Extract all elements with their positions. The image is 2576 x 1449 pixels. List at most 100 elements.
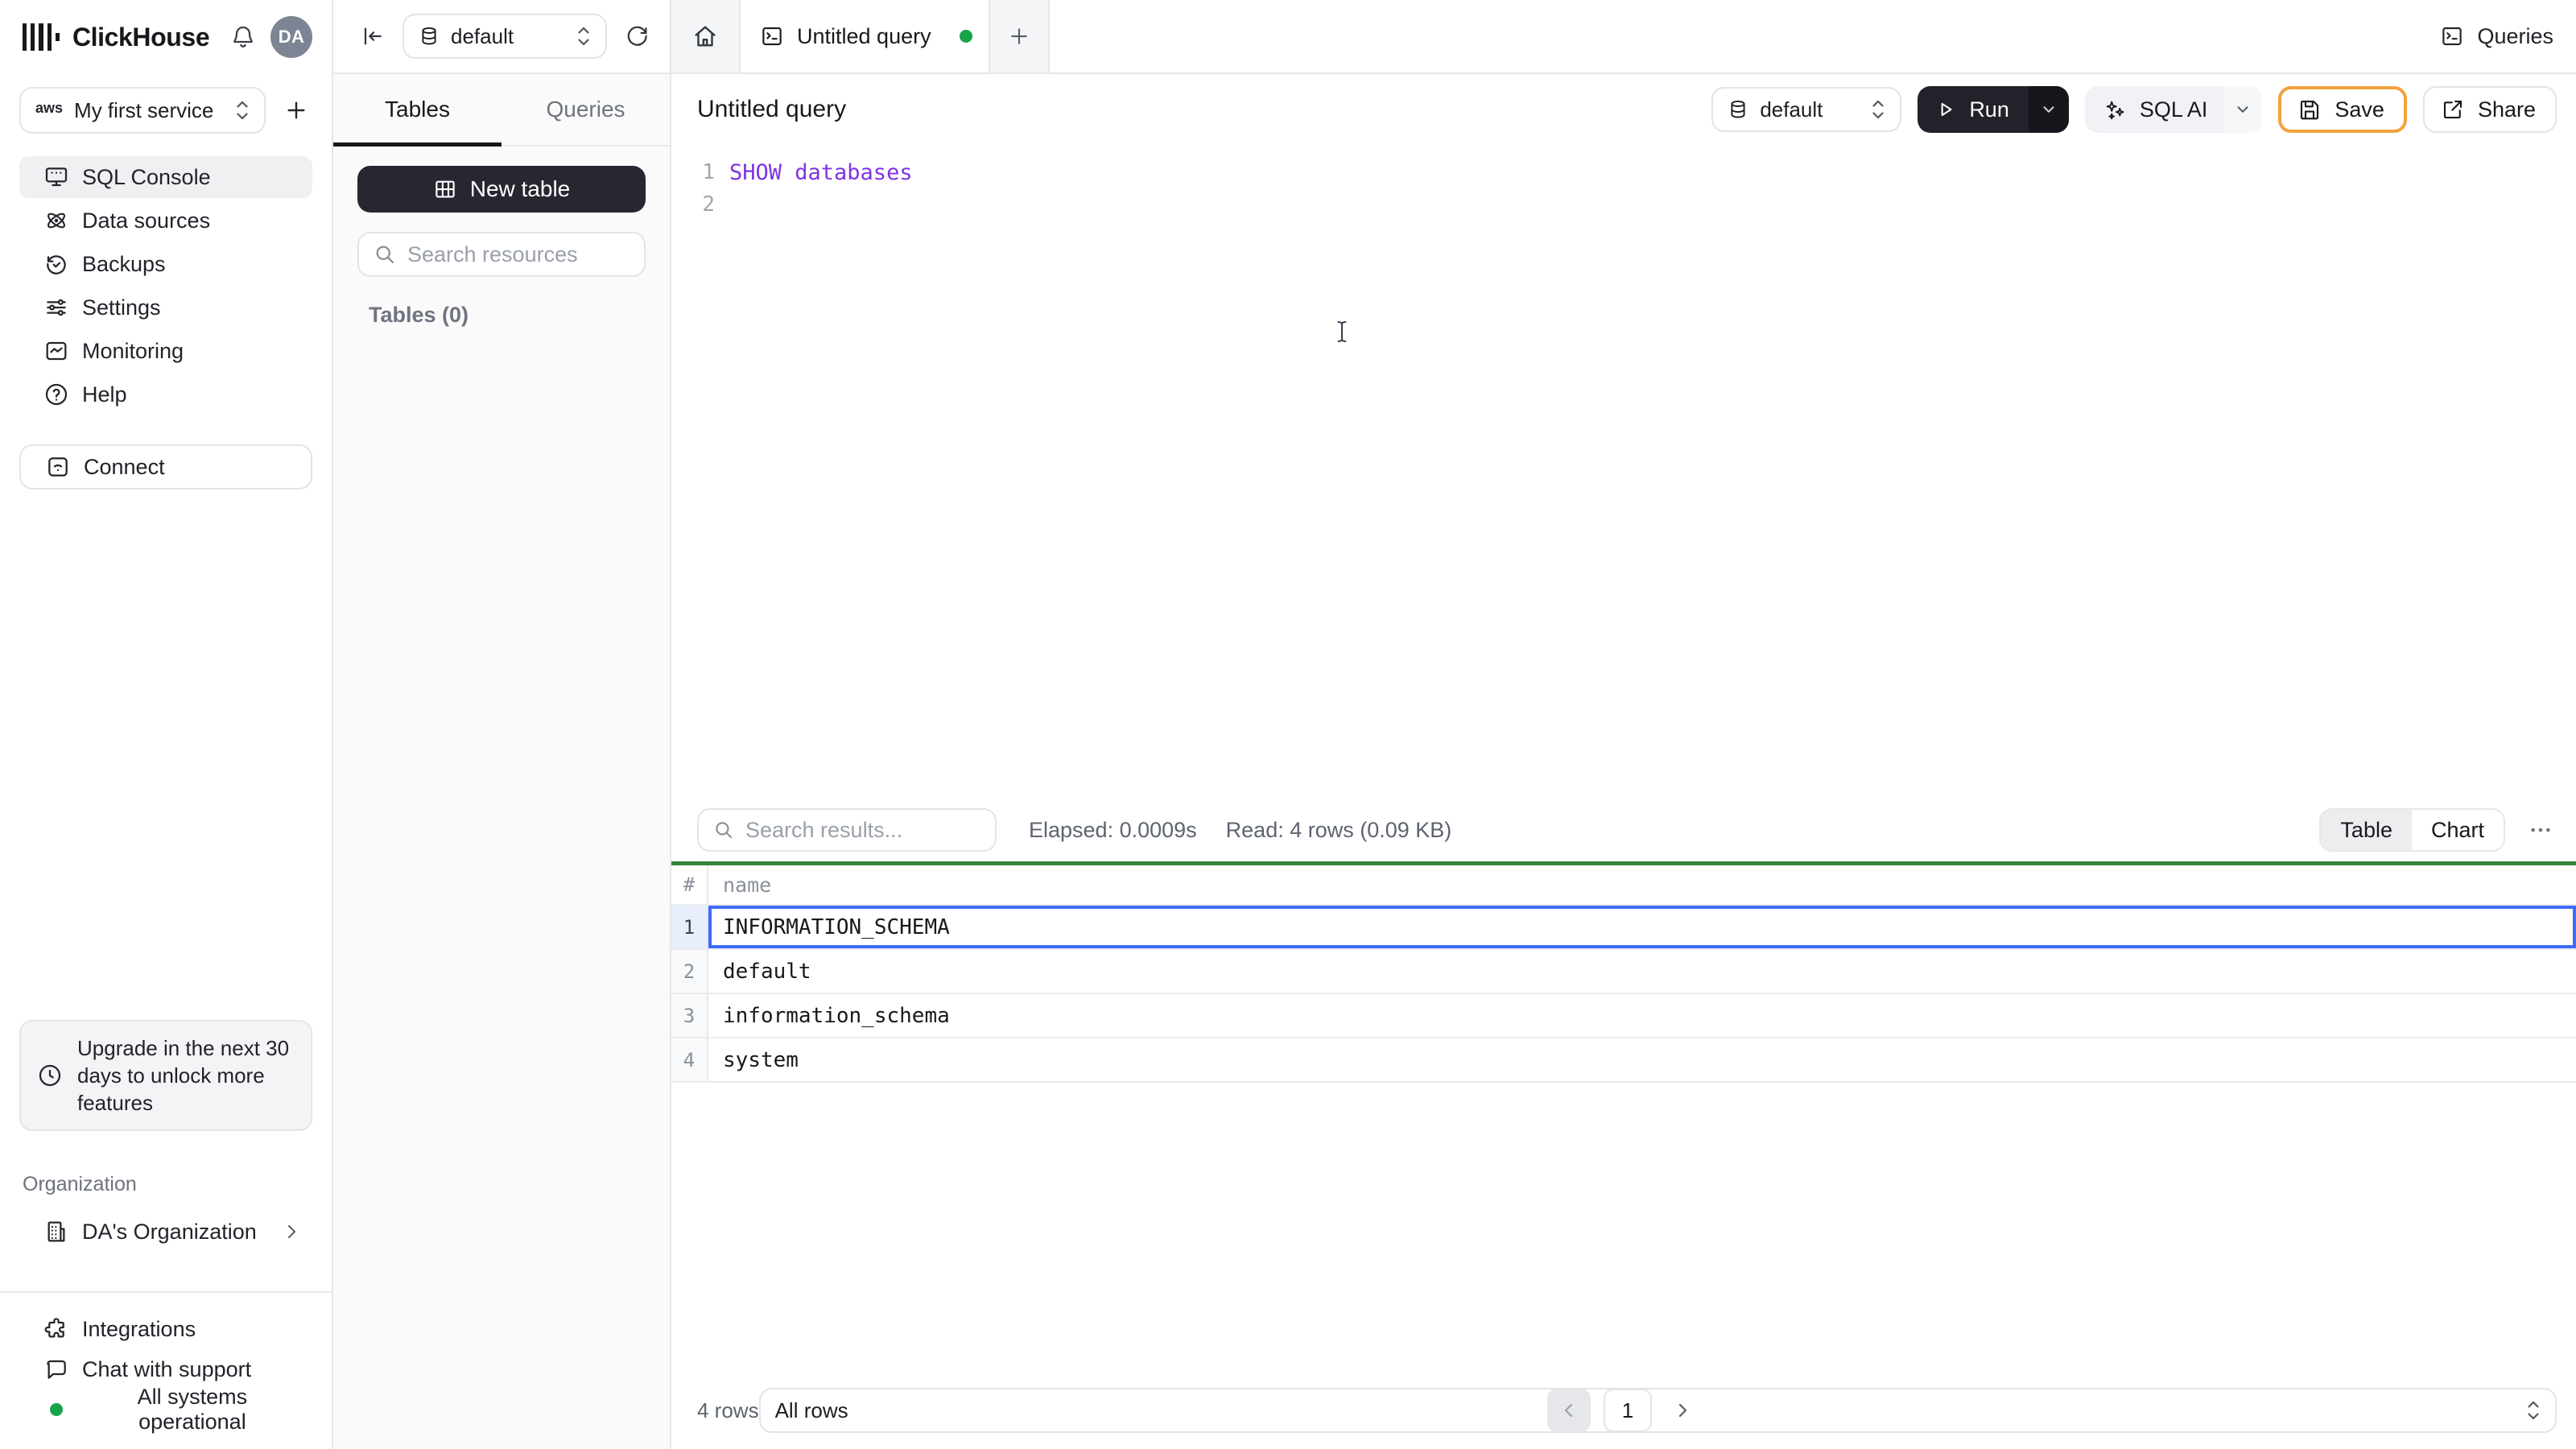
refresh-button[interactable] [621,20,654,52]
cell-name[interactable]: system [708,1038,2576,1081]
line-number: 2 [702,192,715,217]
queries-button-label: Queries [2477,23,2553,48]
database-selector[interactable]: default [402,14,607,59]
terminal-icon [762,27,782,46]
run-label: Run [1969,97,2009,122]
prev-page-button[interactable] [1547,1389,1591,1432]
view-toggle-chart[interactable]: Chart [2411,810,2504,850]
new-query-tab-button[interactable] [990,0,1048,72]
resource-search [357,232,646,277]
search-icon [376,246,394,264]
table-row[interactable]: 1 INFORMATION_SCHEMA [671,906,2576,950]
chevron-left-icon [1564,1403,1573,1418]
cell-name[interactable]: information_schema [708,994,2576,1037]
sidebar-item-data-sources[interactable]: Data sources [19,200,312,242]
run-button[interactable]: Run [1918,86,2069,133]
building-icon [47,1221,65,1242]
help-icon [45,383,68,406]
sidebar-item-backups[interactable]: Backups [19,243,312,285]
read-stat: Read: 4 rows (0.09 KB) [1225,817,1452,842]
query-header: Untitled query default Run SQL AI Save S… [671,74,2576,145]
sql-ai-button[interactable]: SQL AI [2084,86,2263,133]
aws-logo-icon: aws [35,100,64,116]
next-page-button[interactable] [1665,1389,1700,1432]
view-toggle: Table Chart [2319,808,2505,852]
table-row[interactable]: 3 information_schema [671,994,2576,1038]
share-label: Share [2477,97,2536,122]
column-header-index: # [671,865,708,904]
tab-tables[interactable]: Tables [333,74,502,147]
sql-ai-main[interactable]: SQL AI [2085,86,2224,133]
sidebar-item-help[interactable]: Help [19,374,312,415]
sidebar-item-label: Data sources [82,208,211,233]
tabstrip-right: Queries [1050,0,2576,72]
unsaved-dot-icon [960,30,972,43]
collapse-panel-button[interactable] [356,20,388,52]
integrations-link[interactable]: Integrations [19,1309,312,1349]
add-service-button[interactable] [280,94,312,126]
plus-icon [287,101,305,119]
query-tabstrip: Untitled query Queries [671,0,2576,74]
editor-line: 1 SHOW databases [671,156,2576,188]
clickhouse-logo-icon [23,23,60,51]
connect-button[interactable]: Connect [19,444,312,489]
results-panel: Elapsed: 0.0009s Read: 4 rows (0.09 KB) … [671,808,2576,1449]
database-icon [1731,100,1745,118]
chevron-right-icon [288,1225,295,1238]
run-options-caret[interactable] [2028,86,2069,133]
row-index: 1 [671,906,708,948]
system-status-link[interactable]: All systems operational [19,1385,312,1434]
settings-sliders-icon [47,299,66,316]
notifications-button[interactable] [227,21,259,53]
tab-queries[interactable]: Queries [502,74,670,145]
query-tab-active[interactable]: Untitled query [739,0,990,72]
text-cursor-icon [1337,320,1347,343]
upgrade-notice[interactable]: Upgrade in the next 30 days to unlock mo… [19,1020,312,1131]
chevron-up-down-icon [237,101,248,120]
chevron-right-icon [1678,1403,1687,1418]
page-number-button[interactable]: 1 [1604,1389,1652,1432]
editor-line: 2 [671,188,2576,221]
sql-ai-caret[interactable] [2223,86,2263,133]
sql-code: SHOW databases [729,159,913,185]
share-button[interactable]: Share [2422,86,2557,133]
home-button[interactable] [671,0,739,72]
queries-button[interactable]: Queries [2440,24,2553,49]
database-name: default [451,23,514,48]
sql-editor[interactable]: 1 SHOW databases 2 [671,145,2576,808]
row-index: 2 [671,950,708,993]
results-search-input[interactable] [745,817,980,843]
table-row[interactable]: 4 system [671,1038,2576,1083]
monitoring-chart-icon [46,341,67,361]
sidebar-item-label: Monitoring [82,338,184,363]
database-icon [422,27,436,45]
row-index: 3 [671,994,708,1037]
cell-name[interactable]: INFORMATION_SCHEMA [708,906,2576,948]
resource-search-input[interactable] [407,242,630,267]
results-footer: 4 rows 1 All rows [671,1378,2576,1449]
cell-name[interactable]: default [708,950,2576,993]
sparkles-icon [2106,101,2124,120]
sidebar-nav: SQL Console Data sources Backups Setting… [0,134,332,415]
run-button-main[interactable]: Run [1918,86,2029,133]
sidebar-item-sql-console[interactable]: SQL Console [19,156,312,198]
pagination: 1 [1547,1389,1700,1432]
view-toggle-table[interactable]: Table [2321,810,2412,850]
query-database-selector[interactable]: default [1711,87,1902,132]
table-row[interactable]: 2 default [671,950,2576,994]
explorer-tabs: Tables Queries [333,74,670,147]
save-label: Save [2334,97,2384,122]
service-selector[interactable]: aws My first service [19,87,266,134]
play-icon [1941,102,1952,117]
save-button[interactable]: Save [2278,86,2407,133]
service-name: My first service [74,97,214,122]
chat-support-link[interactable]: Chat with support [19,1349,312,1389]
sql-ai-label: SQL AI [2139,97,2208,122]
organization-switcher[interactable]: DA's Organization [19,1211,314,1253]
new-table-button[interactable]: New table [357,166,646,213]
results-more-button[interactable] [2524,814,2557,846]
avatar[interactable]: DA [270,16,312,58]
sidebar-item-monitoring[interactable]: Monitoring [19,330,312,372]
refresh-icon [627,26,647,46]
sidebar-item-settings[interactable]: Settings [19,287,312,328]
